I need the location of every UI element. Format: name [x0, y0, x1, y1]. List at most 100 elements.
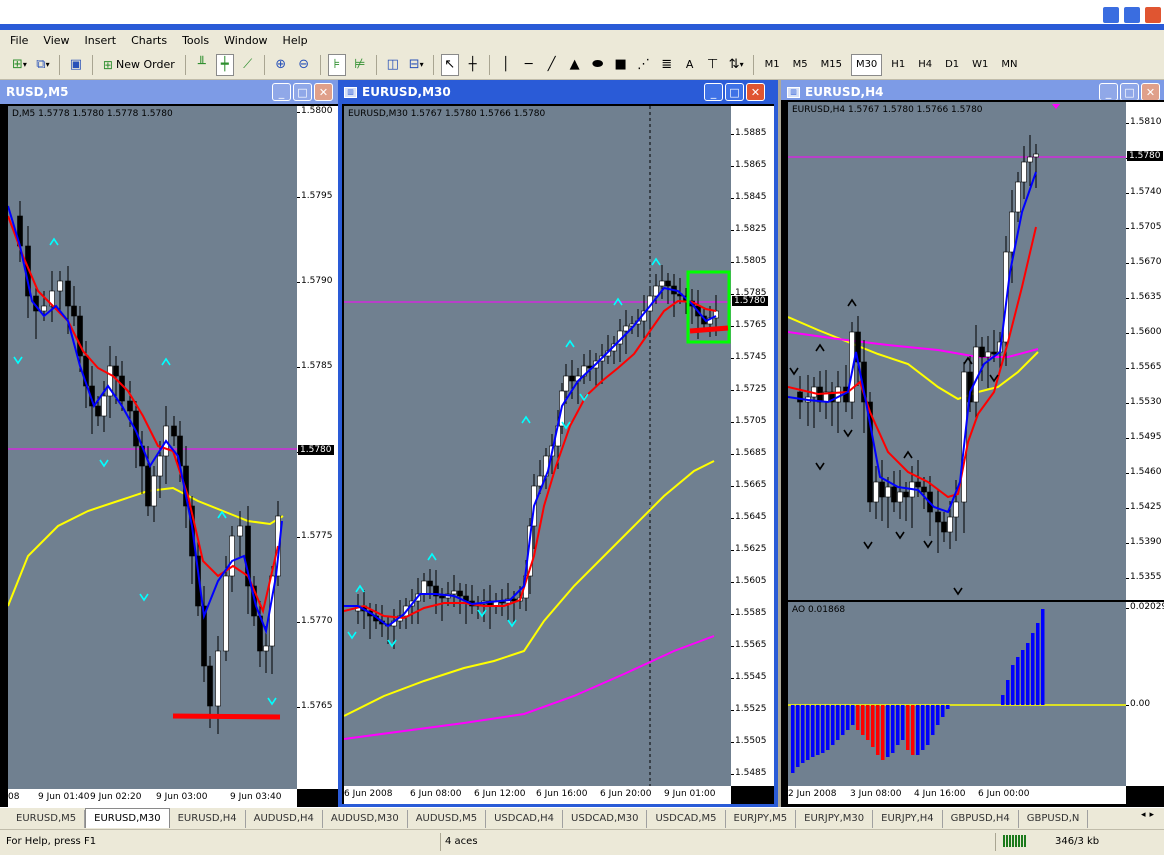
timeframe-h1[interactable]: H1 — [887, 54, 909, 76]
price-tick-label: 1.5585 — [735, 608, 767, 618]
candlestick-button[interactable]: ┿ — [215, 53, 234, 76]
price-tick-label: 1.5740 — [1130, 187, 1162, 197]
line-chart-button[interactable]: ⟋ — [239, 54, 257, 76]
cursor-tool-button[interactable]: ↖ — [440, 53, 459, 76]
minimize-icon[interactable]: _ — [1099, 83, 1118, 101]
axis-tick-mark — [297, 537, 300, 538]
ao-bar — [816, 705, 820, 755]
menu-help[interactable]: Help — [283, 34, 308, 47]
ellipse-button[interactable]: ⬬ — [589, 54, 607, 76]
tab-eurjpy-h4[interactable]: EURJPY,H4 — [873, 809, 943, 828]
tab-gbpusd-h4[interactable]: GBPUSD,H4 — [943, 809, 1019, 828]
close-icon[interactable]: ✕ — [314, 83, 333, 101]
minimize-icon[interactable]: _ — [272, 83, 291, 101]
ao-bar — [861, 705, 865, 735]
axis-tick-mark — [731, 390, 734, 391]
tab-usdcad-m30[interactable]: USDCAD,M30 — [563, 809, 648, 828]
crosshair-button[interactable]: ┼ — [464, 54, 482, 76]
new-chart-button[interactable]: ⊞ ▾ — [10, 54, 29, 76]
tab-scroll-arrows[interactable]: ◂▸ — [1141, 810, 1158, 820]
app-maximize-button[interactable] — [1123, 6, 1141, 24]
zoom-out-button[interactable]: ⊖ — [295, 54, 313, 76]
templates-button[interactable]: ⊟ ▾ — [407, 54, 426, 76]
arrows-icon: ⇅ — [728, 57, 740, 72]
tab-audusd-h4[interactable]: AUDUSD,H4 — [246, 809, 323, 828]
ao-bar — [831, 705, 835, 745]
tab-eurusd-m30[interactable]: EURUSD,M30 — [85, 807, 170, 828]
text-label-button[interactable]: ⊤ — [704, 54, 722, 76]
price-tick-label: 1.5770 — [301, 616, 333, 626]
m30-candle — [623, 325, 629, 332]
chart-window-h4-title: EURUSD,H4 — [805, 85, 884, 99]
timeframe-w1[interactable]: W1 — [968, 54, 992, 76]
menu-view[interactable]: View — [43, 34, 69, 47]
ao-bar — [871, 705, 875, 747]
timeframe-m5[interactable]: M5 — [789, 54, 812, 76]
chart-shift-icon: ⊭ — [354, 57, 366, 72]
arrows-button[interactable]: ⇅ ▾ — [727, 54, 746, 76]
timeframe-m30[interactable]: M30 — [850, 53, 883, 76]
maximize-icon[interactable]: □ — [1120, 83, 1139, 101]
chart-window-m30-buttons: _ □ ✕ — [704, 83, 765, 101]
horizontal-line-button[interactable]: ─ — [520, 54, 538, 76]
axis-tick-mark — [731, 582, 734, 583]
maximize-icon[interactable]: □ — [725, 83, 744, 101]
profiles-button[interactable]: ⧉ ▾ — [34, 54, 52, 76]
fibonacci-retracement-button[interactable]: ≣ — [658, 54, 676, 76]
chart-window-h4[interactable]: ▥ EURUSD,H4 _ □ ✕ EURUSD,H4 1.5767 1.578… — [781, 80, 1164, 807]
new-order-label: New Order — [115, 58, 175, 71]
navigator-button[interactable]: ▣ — [67, 54, 85, 76]
h4-fractal-arrow — [923, 540, 933, 549]
tab-audusd-m30[interactable]: AUDUSD,M30 — [323, 809, 408, 828]
rectangle-button[interactable]: ■ — [612, 54, 630, 76]
trendline-button[interactable]: ╱ — [543, 54, 561, 76]
m5-fractal-arrow — [13, 356, 23, 365]
auto-scroll-button[interactable]: ⊧ — [327, 53, 346, 76]
new-order-button[interactable]: ⊞ New Order — [100, 54, 178, 76]
chart-shift-button[interactable]: ⊭ — [351, 54, 369, 76]
menu-charts[interactable]: Charts — [131, 34, 167, 47]
tab-gbpusd-n[interactable]: GBPUSD,N — [1019, 809, 1089, 828]
tab-eurusd-h4[interactable]: EURUSD,H4 — [170, 809, 246, 828]
m30-price-chart[interactable]: EURUSD,M30 1.5767 1.5780 1.5766 1.5780 — [344, 106, 731, 786]
indicators-button[interactable]: ◫ — [384, 54, 402, 76]
close-icon[interactable]: ✕ — [746, 83, 765, 101]
triangle-button[interactable]: ▲ — [566, 54, 584, 76]
tab-eurjpy-m5[interactable]: EURJPY,M5 — [726, 809, 797, 828]
ao-axis: 0.02029 0.00 -0.0151 — [1126, 602, 1164, 806]
chart-window-m30[interactable]: ▥ EURUSD,M30 _ □ ✕ EURUSD,M30 1.5767 1.5… — [338, 80, 778, 807]
chart-window-m5[interactable]: RUSD,M5 _ □ ✕ D,M5 1.5778 1.5780 1.5778 … — [0, 80, 340, 807]
timeframe-d1[interactable]: D1 — [941, 54, 963, 76]
timeframe-m15[interactable]: M15 — [817, 54, 846, 76]
maximize-icon[interactable]: □ — [293, 83, 312, 101]
tab-audusd-m5[interactable]: AUDUSD,M5 — [408, 809, 487, 828]
tab-eurjpy-m30[interactable]: EURJPY,M30 — [796, 809, 874, 828]
app-restore-button[interactable] — [1102, 6, 1120, 24]
tab-eurusd-m5[interactable]: EURUSD,M5 — [8, 809, 86, 828]
m30-candle — [427, 580, 433, 587]
h4-shift-marker — [1052, 104, 1060, 109]
close-icon[interactable]: ✕ — [1141, 83, 1160, 101]
menu-tools[interactable]: Tools — [182, 34, 209, 47]
fibonacci-fan-button[interactable]: ⋰ — [635, 54, 653, 76]
text-button[interactable]: A — [681, 54, 699, 76]
vertical-line-button[interactable]: │ — [497, 54, 515, 76]
h4-price-chart[interactable]: EURUSD,H4 1.5767 1.5780 1.5766 1.5780 — [788, 102, 1126, 600]
tab-usdcad-h4[interactable]: USDCAD,H4 — [486, 809, 564, 828]
h4-ao-chart[interactable]: AO 0.01868 — [788, 602, 1126, 786]
menu-window[interactable]: Window — [224, 34, 267, 47]
minimize-icon[interactable]: _ — [704, 83, 723, 101]
tab-usdcad-m5[interactable]: USDCAD,M5 — [647, 809, 726, 828]
m5-candle — [151, 475, 157, 507]
timeframe-h4[interactable]: H4 — [914, 54, 936, 76]
bar-chart-button[interactable]: ╨ — [193, 54, 211, 76]
m5-price-chart[interactable]: D,M5 1.5778 1.5780 1.5778 1.5780 — [8, 106, 297, 789]
menu-insert[interactable]: Insert — [85, 34, 117, 47]
app-close-button[interactable] — [1144, 6, 1162, 24]
menu-file[interactable]: File — [10, 34, 28, 47]
timeframe-mn[interactable]: MN — [997, 54, 1021, 76]
timeframe-m1[interactable]: M1 — [761, 54, 784, 76]
zoom-in-button[interactable]: ⊕ — [272, 54, 290, 76]
h4-candle — [915, 481, 921, 488]
m5-candle — [65, 280, 71, 307]
